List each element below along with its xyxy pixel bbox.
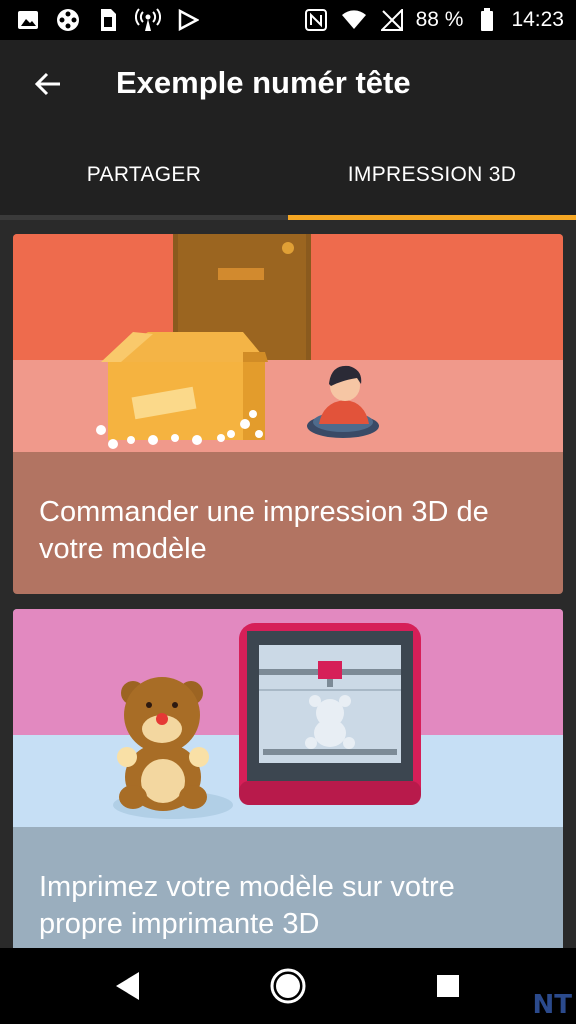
tab-bar: PARTAGER IMPRESSION 3D [0,130,576,220]
system-navigation-bar: NT [0,948,576,1024]
nav-recents-icon [437,975,459,997]
order-3d-print-text: Commander une impression 3D de votre mod… [39,496,489,565]
nav-home-icon [270,968,306,1004]
image-icon [14,6,42,34]
content-list[interactable]: Commander une impression 3D de votre mod… [0,220,576,948]
battery-percent: 88 % [415,8,464,31]
battery-icon [473,6,501,34]
nav-back-button[interactable] [104,962,152,1010]
wifi-icon [340,6,368,34]
sim-card-icon [94,6,122,34]
nav-recents-button[interactable] [424,962,472,1010]
nav-back-icon [116,972,139,1000]
clock: 14:23 [511,8,564,31]
app-bar: Exemple numér tête [0,40,576,130]
status-bar: 88 % 14:23 [0,0,576,40]
arrow-back-icon [34,72,60,96]
back-button[interactable] [26,62,70,106]
nfc-icon [302,6,330,34]
play-store-icon [174,6,202,34]
broadcast-icon [134,6,162,34]
3d-printer-illustration [13,609,563,827]
film-reel-icon [54,6,82,34]
nav-home-button[interactable] [264,962,312,1010]
delivery-box-illustration [13,234,563,452]
no-signal-icon [378,6,406,34]
watermark-logo: NT [532,990,573,1020]
print-on-own-printer-card[interactable]: Imprimez votre modèle sur votre propre i… [13,609,563,948]
tab-partager[interactable]: PARTAGER [0,130,288,220]
tab-impression-3d[interactable]: IMPRESSION 3D [288,130,576,220]
order-3d-print-card[interactable]: Commander une impression 3D de votre mod… [13,234,563,594]
print-on-own-printer-text: Imprimez votre modèle sur votre propre i… [39,871,455,940]
page-title: Exemple numér tête [116,65,411,100]
